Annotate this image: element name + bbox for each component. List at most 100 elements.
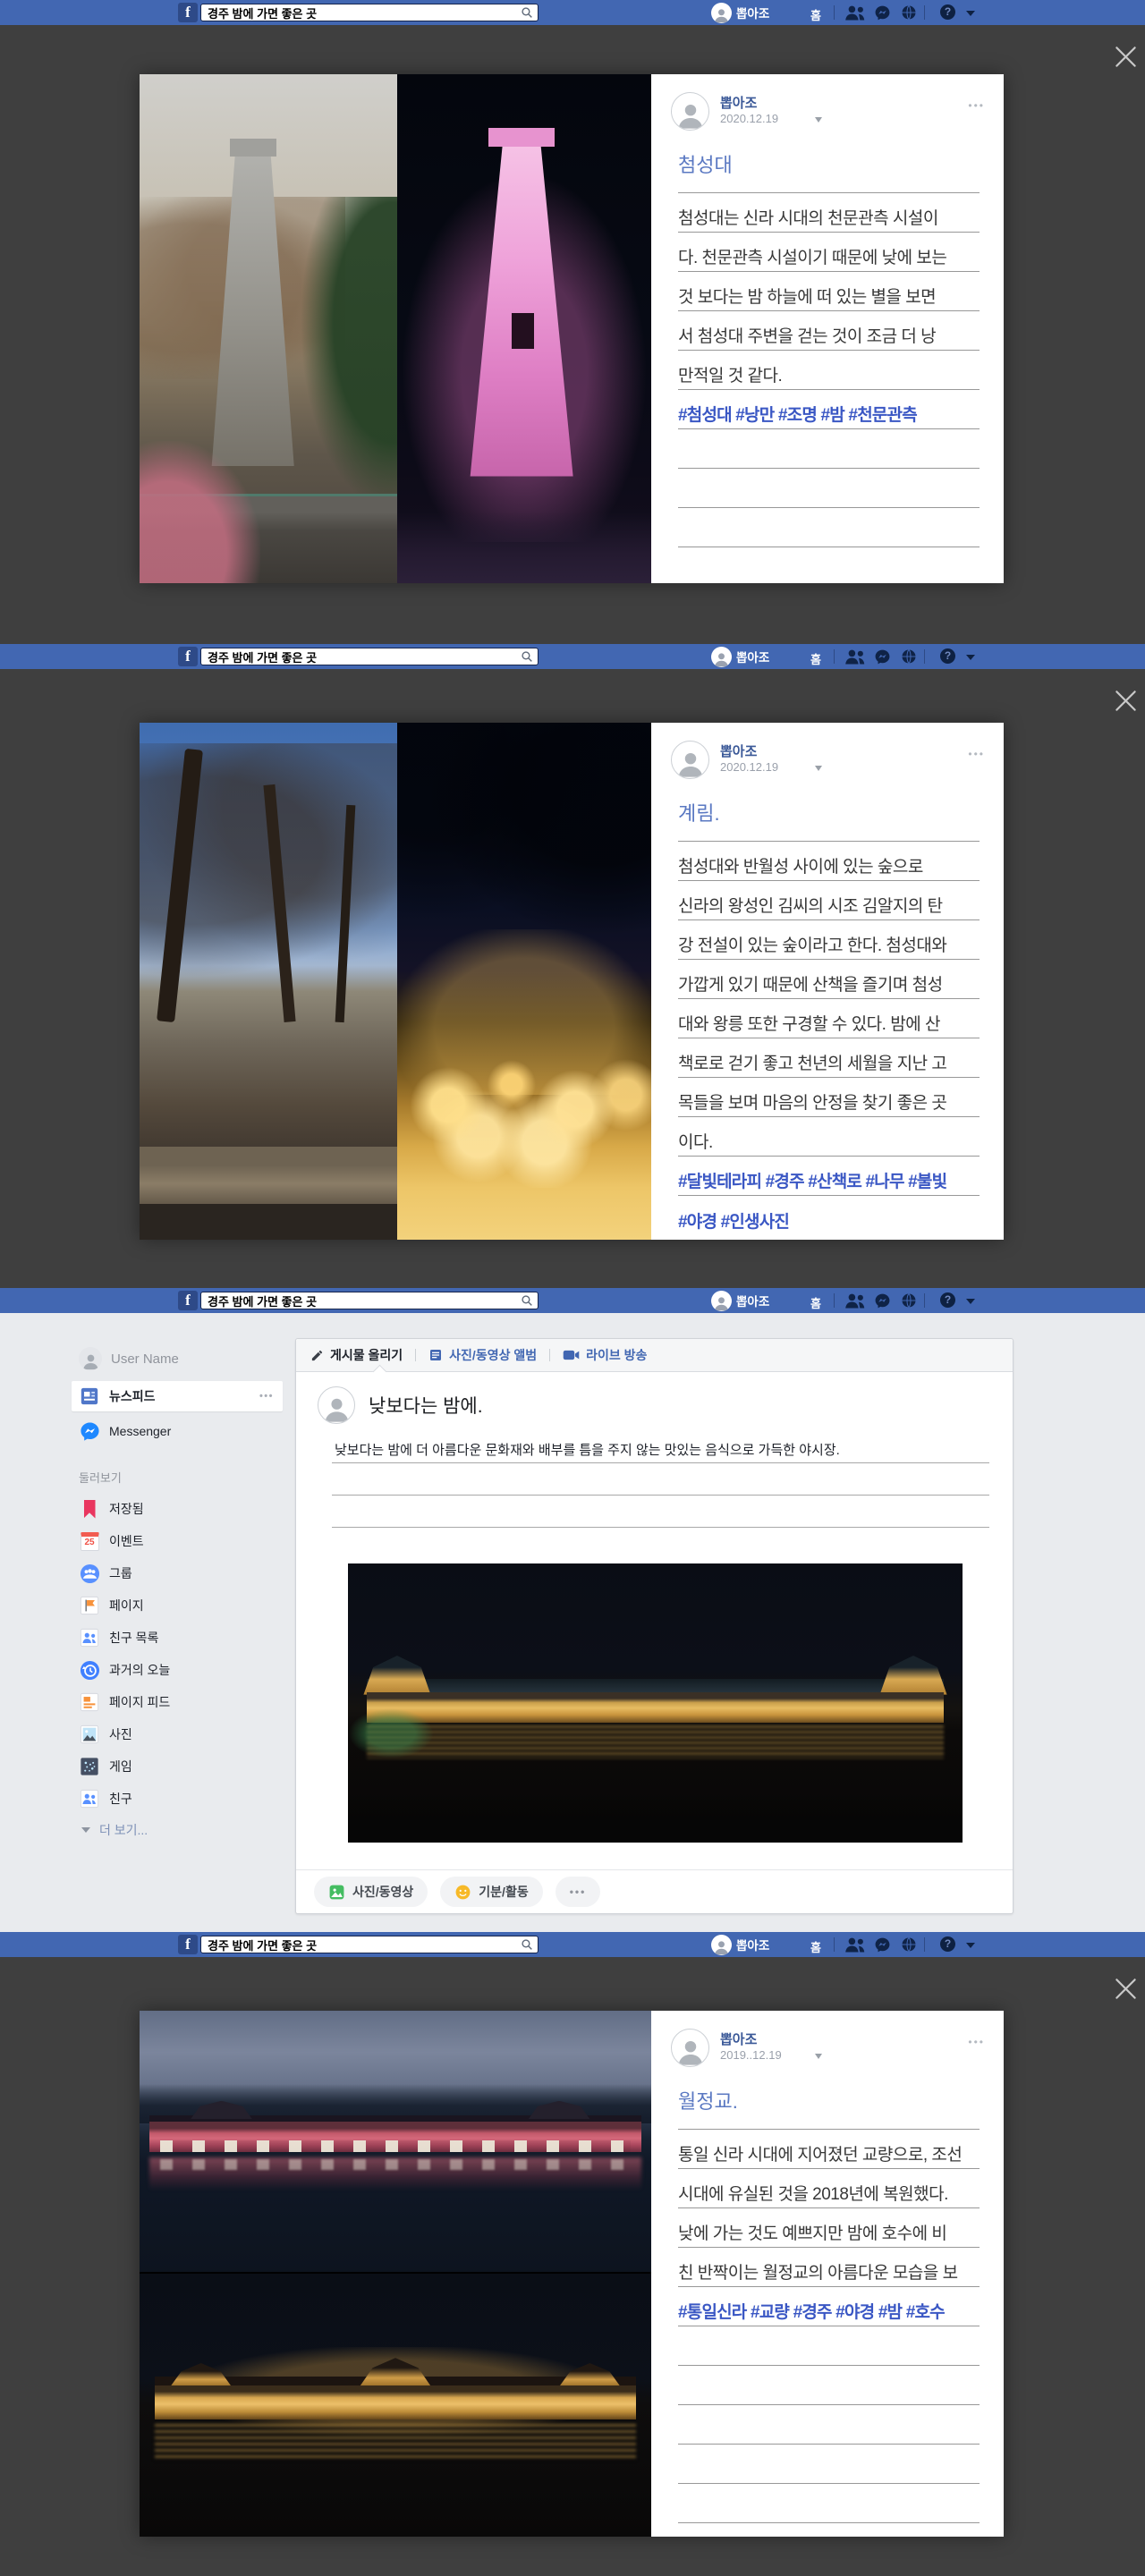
search-icon[interactable] (521, 6, 533, 19)
tab-photo-video-album[interactable]: 사진/동영상 앨범 (428, 1346, 537, 1364)
messages-icon[interactable] (874, 1936, 891, 1953)
add-feeling-activity-button[interactable]: 기분/활동 (440, 1877, 542, 1907)
friend-lists-icon (79, 1627, 100, 1648)
composer-body[interactable]: 낮보다는 밤에 더 아름다운 문화재와 배부를 틈을 주지 않는 맛있는 음식으… (332, 1431, 989, 1528)
messages-icon[interactable] (874, 4, 891, 21)
post-avatar[interactable] (671, 2029, 709, 2067)
search-bar[interactable] (200, 1292, 539, 1309)
sidebar-item-events[interactable]: 25 이벤트 (72, 1525, 283, 1557)
post-hashtags[interactable]: #달빛테라피 #경주 #산책로 #나무 #불빛 (678, 1157, 980, 1196)
post-hashtags[interactable]: #야경 #인생사진 (678, 1196, 980, 1235)
facebook-logo[interactable]: f (178, 1291, 198, 1310)
messages-icon[interactable] (874, 1292, 891, 1309)
close-icon[interactable] (1114, 689, 1138, 713)
post-hashtags[interactable]: #첨성대 #낭만 #조명 #밤 #천문관측 (678, 390, 980, 429)
account-caret-icon[interactable] (966, 1299, 975, 1309)
help-icon[interactable]: ? (940, 648, 955, 664)
sidebar-item-pages-feed[interactable]: 페이지 피드 (72, 1686, 283, 1718)
post-avatar[interactable] (671, 92, 709, 131)
close-icon[interactable] (1114, 45, 1138, 69)
notifications-icon[interactable] (901, 1292, 917, 1309)
help-icon[interactable]: ? (940, 4, 955, 20)
sidebar-item-memories[interactable]: 과거의 오늘 (72, 1654, 283, 1686)
notifications-icon[interactable] (901, 648, 917, 665)
sidebar-item-friend-lists[interactable]: 친구 목록 (72, 1622, 283, 1654)
photo-layer (367, 1679, 945, 1691)
post-hashtags[interactable]: #통일신라 #교량 #경주 #야경 #밤 #호수 (678, 2287, 980, 2326)
search-input[interactable] (201, 4, 538, 21)
home-link[interactable]: 홈 (810, 1938, 821, 1955)
notifications-icon[interactable] (901, 4, 917, 21)
photo-gyerim-day[interactable] (140, 723, 397, 1240)
home-link[interactable]: 홈 (810, 650, 821, 667)
search-icon[interactable] (521, 1938, 533, 1951)
post-options-button[interactable]: ••• (968, 99, 985, 112)
photo-woljeonggyo-attached[interactable] (348, 1563, 963, 1843)
facebook-logo[interactable]: f (178, 3, 198, 22)
account-caret-icon[interactable] (966, 655, 975, 665)
search-icon[interactable] (521, 1294, 533, 1307)
post-avatar[interactable] (671, 741, 709, 779)
sidebar-item-messenger[interactable]: Messenger (72, 1415, 283, 1447)
post-author[interactable]: 뽑아조 (720, 741, 757, 760)
friend-requests-icon[interactable] (844, 1936, 867, 1953)
help-icon[interactable]: ? (940, 1292, 955, 1308)
account-caret-icon[interactable] (966, 11, 975, 21)
sidebar-profile[interactable]: User Name (72, 1345, 283, 1372)
search-bar[interactable] (200, 4, 539, 21)
profile-menu[interactable]: 뽑아조 (711, 1934, 769, 1955)
newsfeed-options-button[interactable]: ••• (259, 1391, 274, 1402)
sidebar-item-newsfeed[interactable]: 뉴스피드 ••• (72, 1381, 283, 1411)
photo-woljeonggyo-twilight[interactable] (140, 2011, 651, 2272)
profile-menu[interactable]: 뽑아조 (711, 646, 769, 667)
sidebar-item-pages[interactable]: 페이지 (72, 1589, 283, 1622)
home-link[interactable]: 홈 (810, 1294, 821, 1311)
facebook-logo[interactable]: f (178, 1935, 198, 1954)
post-photos (140, 2011, 651, 2537)
friend-requests-icon[interactable] (844, 1292, 867, 1309)
search-icon[interactable] (521, 650, 533, 663)
composer-title-text[interactable]: 낮보다는 밤에. (369, 1392, 483, 1419)
sidebar-item-photos[interactable]: 사진 (72, 1718, 283, 1750)
sidebar-item-friends[interactable]: 친구 (72, 1783, 283, 1815)
post-author[interactable]: 뽑아조 (720, 2029, 757, 2048)
post-title: 계림. (678, 798, 980, 826)
search-input[interactable] (201, 648, 538, 665)
notifications-icon[interactable] (901, 1936, 917, 1953)
sidebar-item-games[interactable]: 게임 (72, 1750, 283, 1783)
post-author[interactable]: 뽑아조 (720, 93, 757, 112)
profile-menu[interactable]: 뽑아조 (711, 1290, 769, 1311)
search-bar[interactable] (200, 648, 539, 665)
post-text-line: 이다. (678, 1117, 980, 1157)
post-options-button[interactable]: ••• (968, 2036, 985, 2048)
facebook-logo[interactable]: f (178, 647, 198, 666)
search-input[interactable] (201, 1936, 538, 1953)
home-link[interactable]: 홈 (810, 6, 821, 23)
messages-icon[interactable] (874, 648, 891, 665)
tab-create-post[interactable]: 게시물 올리기 (310, 1346, 403, 1364)
friend-requests-icon[interactable] (844, 4, 867, 21)
search-input[interactable] (201, 1292, 538, 1309)
sidebar-item-saved[interactable]: 저장됨 (72, 1493, 283, 1525)
friend-requests-icon[interactable] (844, 648, 867, 665)
account-caret-icon[interactable] (966, 1943, 975, 1953)
caret-down-icon[interactable] (815, 117, 822, 126)
tab-live-broadcast[interactable]: 라이브 방송 (563, 1346, 647, 1364)
caret-down-icon[interactable] (815, 2054, 822, 2063)
composer-body-text[interactable]: 낮보다는 밤에 더 아름다운 문화재와 배부를 틈을 주지 않는 맛있는 음식으… (332, 1431, 989, 1463)
photo-cheomseongdae-day[interactable] (140, 74, 397, 583)
sidebar-see-more[interactable]: 더 보기... (72, 1815, 283, 1845)
help-icon[interactable]: ? (940, 1936, 955, 1952)
more-actions-button[interactable]: ••• (556, 1877, 601, 1907)
header-divider (924, 649, 925, 664)
profile-menu[interactable]: 뽑아조 (711, 2, 769, 23)
caret-down-icon[interactable] (815, 766, 822, 775)
photo-gyerim-night[interactable] (397, 723, 651, 1240)
photo-cheomseongdae-night[interactable] (397, 74, 651, 583)
search-bar[interactable] (200, 1936, 539, 1953)
photo-woljeonggyo-night[interactable] (140, 2274, 651, 2537)
add-photo-video-button[interactable]: 사진/동영상 (314, 1877, 428, 1907)
close-icon[interactable] (1114, 1977, 1138, 2001)
sidebar-item-groups[interactable]: 그룹 (72, 1557, 283, 1589)
post-options-button[interactable]: ••• (968, 748, 985, 760)
